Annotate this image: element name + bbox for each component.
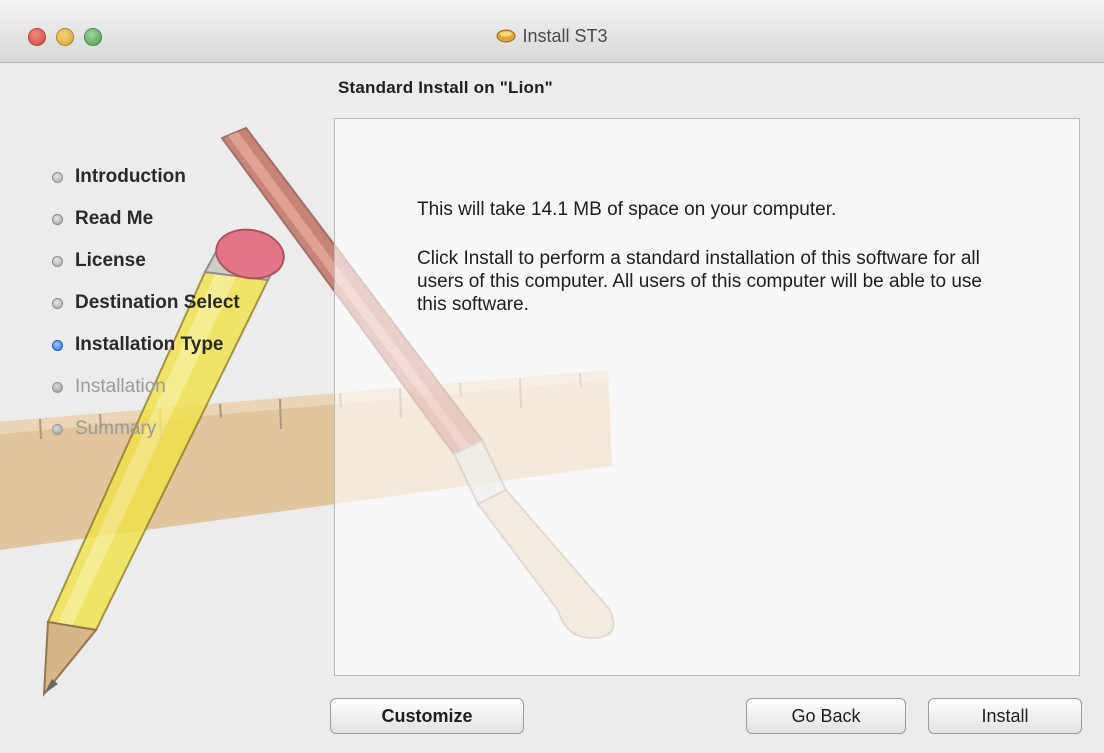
step-bullet-icon <box>52 255 63 267</box>
step-summary: Summary <box>52 408 240 450</box>
current-step-bullet-icon <box>52 339 63 351</box>
step-label: Installation Type <box>75 334 224 355</box>
step-read-me: Read Me <box>52 198 240 240</box>
package-icon <box>496 29 516 43</box>
step-introduction: Introduction <box>52 156 240 198</box>
step-bullet-icon <box>52 297 63 309</box>
step-label: Summary <box>75 418 157 439</box>
content-pane: This will take 14.1 MB of space on your … <box>334 118 1080 676</box>
step-installation: Installation <box>52 366 240 408</box>
window-title: Install ST3 <box>522 26 608 46</box>
step-label: Installation <box>75 376 166 397</box>
step-bullet-icon <box>52 171 63 183</box>
space-requirement-text: This will take 14.1 MB of space on your … <box>417 199 837 220</box>
installer-steps: Introduction Read Me License Destination… <box>52 156 240 450</box>
step-installation-type: Installation Type <box>52 324 240 366</box>
step-bullet-icon <box>52 423 63 435</box>
go-back-button[interactable]: Go Back <box>746 698 906 734</box>
page-heading: Standard Install on "Lion" <box>338 78 553 97</box>
install-description-text: Click Install to perform a standard inst… <box>417 248 982 315</box>
step-bullet-icon <box>52 381 63 393</box>
customize-button[interactable]: Customize <box>330 698 524 734</box>
step-label: Read Me <box>75 208 154 229</box>
step-bullet-icon <box>52 213 63 225</box>
window-title-group: Install ST3 <box>0 26 1104 47</box>
install-button[interactable]: Install <box>928 698 1082 734</box>
step-label: Destination Select <box>75 292 240 313</box>
step-label: Introduction <box>75 166 186 187</box>
step-license: License <box>52 240 240 282</box>
title-bar: Install ST3 <box>0 0 1104 63</box>
step-destination-select: Destination Select <box>52 282 240 324</box>
installer-window: Install ST3 Standard Install on "Lion" I… <box>0 0 1104 753</box>
step-label: License <box>75 250 146 271</box>
